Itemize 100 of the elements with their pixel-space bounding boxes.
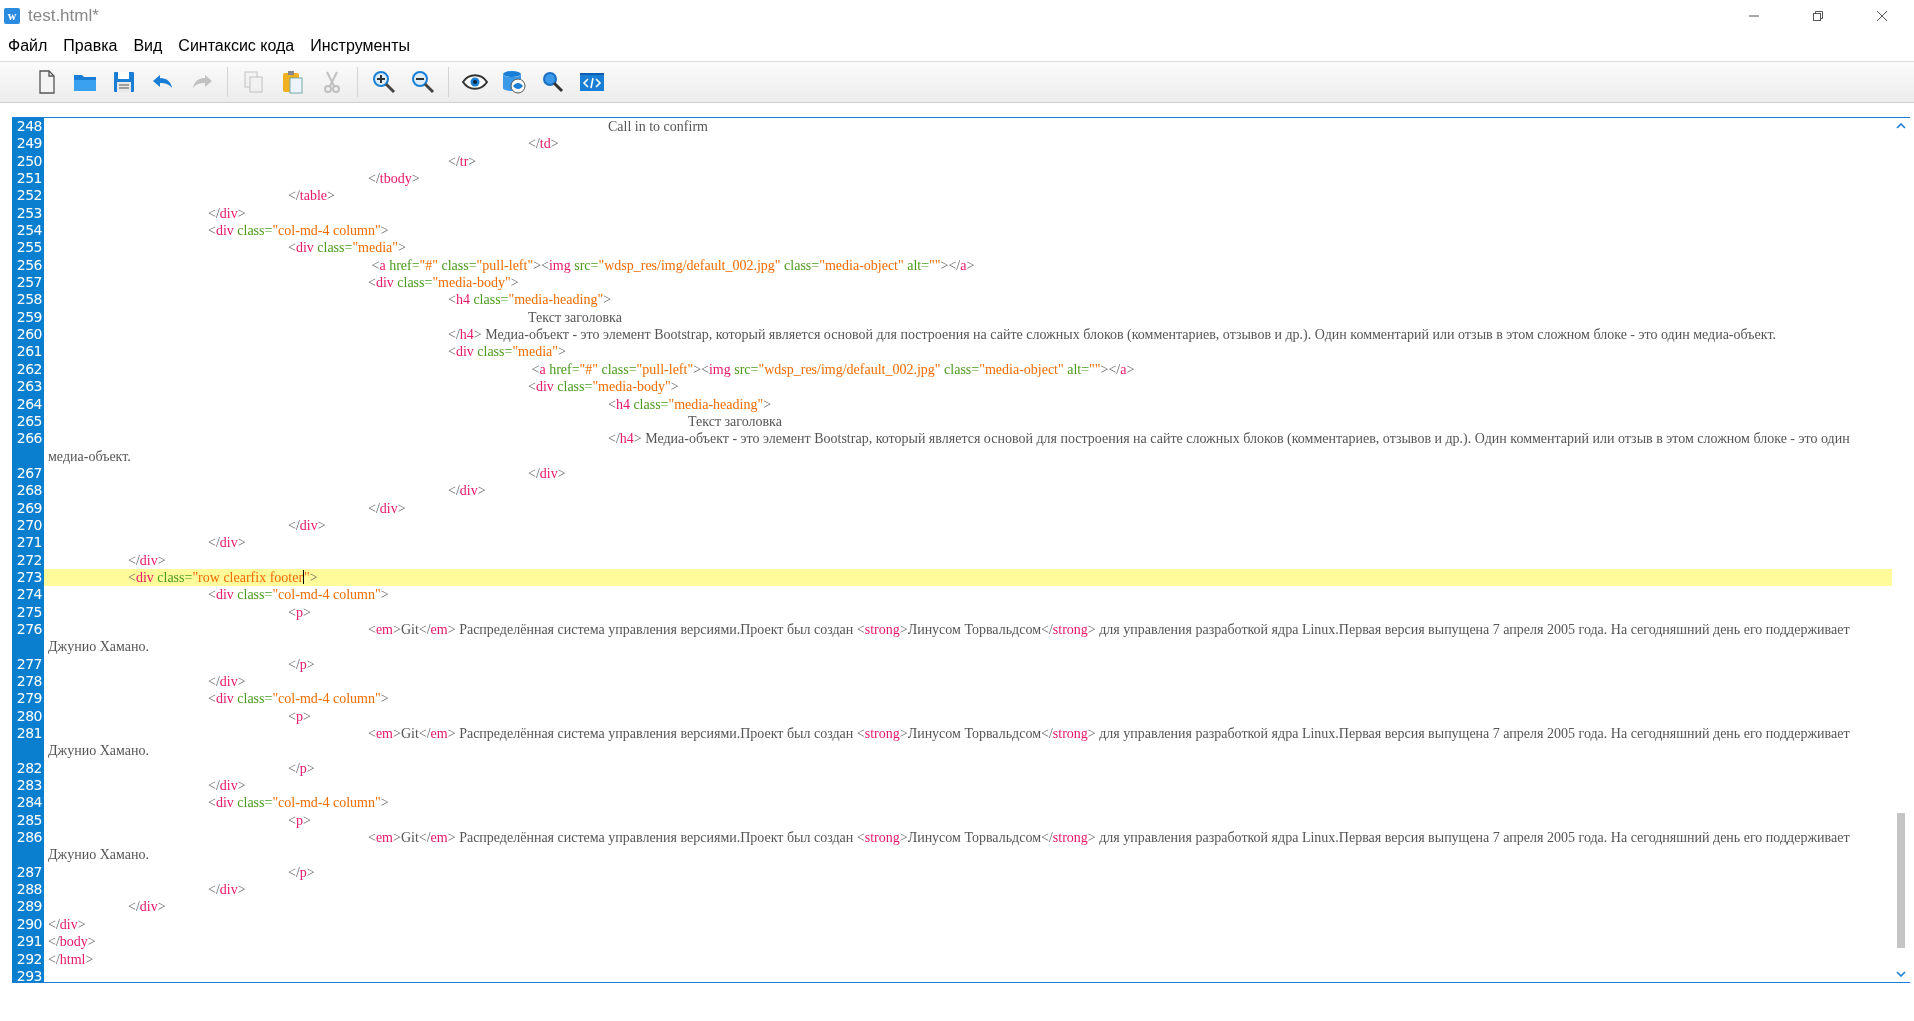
database-eye-icon: [500, 69, 527, 95]
code-line: </html>: [47, 950, 95, 968]
code-line: </div>: [47, 915, 87, 934]
code-line: <div class="col-md-4 column">: [207, 222, 390, 240]
code-line: <h4 class="media-heading">: [447, 291, 613, 309]
line-number: 276: [15, 620, 43, 639]
line-number: 281: [15, 725, 43, 744]
zoom-in-icon: [370, 69, 397, 95]
menu-item[interactable]: Правка: [55, 33, 126, 59]
line-number: 272: [15, 551, 43, 569]
code-line: </body>: [47, 933, 97, 951]
window-title: test.html*: [28, 5, 99, 26]
code-line: <em>Git</em> Распределённая система управления версиями.Проект был создан <strong>Линусом Торвальдсом</strong> для управления разработкой ядра Linux.Первая версия выпущена 7 апреля 2005 года. На сегодняшний день его поддерживает Джунио Хамано.: [47, 725, 1851, 760]
line-number: 264: [15, 395, 43, 413]
line-number: 255: [15, 239, 43, 257]
line-number: 267: [15, 464, 43, 483]
code-line: </div>: [287, 516, 327, 535]
line-number: 250: [15, 152, 43, 171]
line-number: 248: [15, 118, 43, 136]
line-number: 273: [15, 568, 43, 587]
line-number: 278: [15, 673, 43, 691]
code-line: </div>: [127, 898, 167, 916]
menu-item[interactable]: Инструменты: [302, 33, 418, 59]
menu-item[interactable]: Вид: [125, 33, 171, 59]
code-line: </h4> Медиа-объект - это элемент Bootstrap, который является основой для построения на сайте сложных блоков (комментариев, отзывов и др.). Один комментарий или отзыв в этом сложном блоке - это один медиа-объект.: [47, 430, 1851, 465]
code-line: Call in to confirm: [607, 118, 709, 136]
line-number: 282: [15, 759, 43, 778]
code-line: <em>Git</em> Распределённая система управления версиями.Проект был создан <strong>Линусом Торвальдсом</strong> для управления разработкой ядра Linux.Первая версия выпущена 7 апреля 2005 года. На сегодняшний день его поддерживает Джунио Хамано.: [47, 829, 1851, 864]
line-number: 293: [15, 967, 43, 986]
code-line: Текст заголовка: [687, 412, 783, 431]
line-number: 292: [15, 950, 43, 968]
line-number: 286: [15, 829, 43, 848]
line-number: 279: [15, 690, 43, 708]
code-line: <p>: [287, 707, 312, 726]
code-line: <div class="media-body">: [367, 274, 520, 292]
line-number: 251: [15, 170, 43, 188]
code-line: <p>: [287, 811, 312, 830]
line-number: 287: [15, 863, 43, 882]
restore-icon: [1812, 9, 1824, 22]
zoom-out-icon: [409, 69, 436, 95]
code-line: <div class="media">: [287, 239, 407, 257]
code-line: <div class="col-md-4 column">: [207, 794, 390, 812]
code-line: <div class="media-body">: [527, 378, 680, 396]
line-number: 257: [15, 274, 43, 292]
code-line: <div class="col-md-4 column">: [207, 690, 390, 708]
line-number: 290: [15, 915, 43, 934]
code-line: </div>: [527, 464, 567, 483]
line-number: 269: [15, 499, 43, 517]
menu-item[interactable]: Файл: [0, 33, 56, 59]
code-line: <em>Git</em> Распределённая система управления версиями.Проект был создан <strong>Линусом Торвальдсом</strong> для управления разработкой ядра Linux.Первая версия выпущена 7 апреля 2005 года. На сегодняшний день его поддерживает Джунио Хамано.: [47, 620, 1851, 656]
line-number: 252: [15, 187, 43, 205]
code-line: </table>: [287, 187, 336, 205]
code-line: </tr>: [447, 152, 478, 171]
code-line: <div class="col-md-4 column">: [207, 586, 390, 604]
line-number: 289: [15, 898, 43, 916]
code-line: </p>: [287, 655, 316, 673]
line-number: 265: [15, 412, 43, 431]
line-number: 291: [15, 933, 43, 951]
line-number: 259: [15, 308, 43, 327]
code-line: <h4 class="media-heading">: [607, 395, 773, 413]
close-icon: [1876, 9, 1888, 22]
line-number: 280: [15, 707, 43, 726]
code-line: </div>: [207, 881, 247, 899]
line-number: 254: [15, 222, 43, 240]
code-line: </div>: [207, 204, 247, 223]
code-line: </p>: [287, 759, 316, 778]
line-number: 249: [15, 135, 43, 153]
line-number: 262: [15, 360, 43, 379]
line-number: 285: [15, 811, 43, 830]
code-line: </tbody>: [367, 170, 421, 188]
menu-item[interactable]: Синтаксис кода: [170, 33, 303, 59]
line-number: 277: [15, 655, 43, 673]
line-number: 284: [15, 794, 43, 812]
code-line: </div>: [127, 551, 167, 569]
code-line: <a href="#" class="pull-left"><img src="wdsp_res/img/default_002.jpg" class="media-object" alt=""></a>: [370, 256, 976, 275]
code-line: </div>: [207, 534, 247, 552]
scrollbar-thumb[interactable]: [1897, 813, 1905, 948]
line-number: 283: [15, 777, 43, 795]
code-line: </p>: [287, 863, 316, 882]
code-line: <div class="media">: [447, 343, 567, 361]
code-line: </div>: [207, 777, 247, 795]
line-number: 274: [15, 586, 43, 604]
line-number: 270: [15, 516, 43, 535]
code-line: </div>: [207, 673, 247, 691]
code-line: <p>: [287, 603, 312, 621]
line-number: 253: [15, 204, 43, 223]
line-number: 266: [15, 430, 43, 449]
code-line: </div>: [447, 482, 487, 500]
code-line: </div>: [367, 499, 407, 517]
line-number: 263: [15, 378, 43, 396]
code-line: </h4> Медиа-объект - это элемент Bootstrap, который является основой для построения на сайте сложных блоков (комментариев, отзывов и др.). Один комментарий или отзыв в этом сложном блоке - это один медиа-объект.: [447, 326, 1777, 344]
code-line: Текст заголовка: [527, 308, 623, 327]
line-number: 261: [15, 343, 43, 361]
line-number: 288: [15, 881, 43, 899]
code-line: </td>: [527, 135, 560, 153]
code-line: <a href="#" class="pull-left"><img src="wdsp_res/img/default_002.jpg" class="media-object" alt=""></a>: [530, 360, 1136, 379]
line-number: 275: [15, 603, 43, 621]
line-number: 256: [15, 256, 43, 275]
app-icon: w: [4, 7, 20, 24]
line-number: 258: [15, 291, 43, 309]
